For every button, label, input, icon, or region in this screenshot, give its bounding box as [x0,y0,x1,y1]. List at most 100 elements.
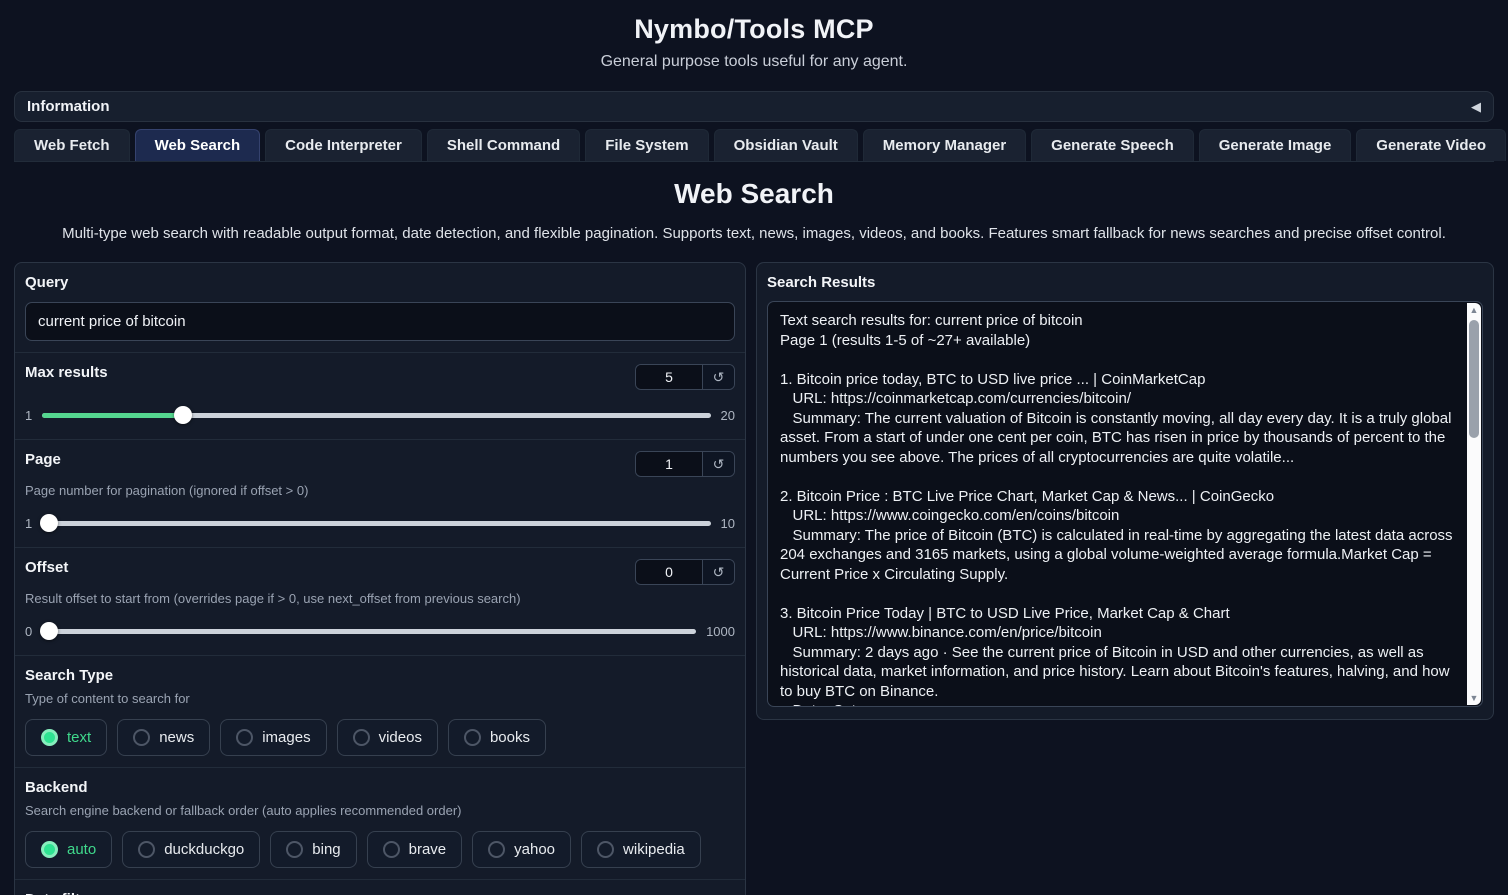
radio-circle-icon [41,841,58,858]
search-type-option-videos[interactable]: videos [337,719,438,756]
slider-handle[interactable] [40,622,58,640]
offset-min-label: 0 [25,624,32,639]
offset-info: Result offset to start from (overrides p… [25,591,735,606]
radio-circle-icon [236,729,253,746]
slider-track [42,629,696,634]
information-accordion[interactable]: Information ◀ [14,91,1494,122]
backend-option-yahoo[interactable]: yahoo [472,831,571,868]
max-results-slider[interactable] [42,406,710,424]
search-type-option-books[interactable]: books [448,719,546,756]
radio-option-label: books [490,729,530,746]
radio-option-label: text [67,729,91,746]
max-results-block: Max results ↺ 1 20 [15,353,745,440]
offset-block: Offset ↺ Result offset to start from (ov… [15,548,745,656]
backend-options: auto duckduckgo bing brave yahoo wikipedia [25,831,735,868]
results-scrollbar[interactable]: ▲ ▼ [1467,303,1481,705]
search-type-option-news[interactable]: news [117,719,210,756]
backend-option-auto[interactable]: auto [25,831,112,868]
radio-circle-icon [41,729,58,746]
backend-info: Search engine backend or fallback order … [25,803,735,818]
app-title: Nymbo/Tools MCP [14,14,1494,45]
date-filter-block: Date filter Limit results to: day, week,… [15,880,745,895]
query-input[interactable] [25,302,735,341]
radio-circle-icon [133,729,150,746]
date-filter-label: Date filter [25,891,94,895]
radio-circle-icon [286,841,303,858]
results-textarea[interactable]: Text search results for: current price o… [767,301,1483,707]
radio-circle-icon [383,841,400,858]
page-label: Page [25,451,61,468]
tab-shell-command[interactable]: Shell Command [427,129,580,161]
search-type-option-text[interactable]: text [25,719,107,756]
scroll-up-icon[interactable]: ▲ [1467,303,1481,317]
reset-icon: ↺ [713,369,725,385]
page-max-label: 10 [721,516,735,531]
offset-max-label: 1000 [706,624,735,639]
page-slider[interactable] [42,514,710,532]
tab-memory-manager[interactable]: Memory Manager [863,129,1026,161]
tab-generate-video[interactable]: Generate Video [1356,129,1506,161]
search-type-info: Type of content to search for [25,691,735,706]
max-results-label: Max results [25,364,108,381]
radio-circle-icon [597,841,614,858]
radio-circle-icon [353,729,370,746]
page-reset-button[interactable]: ↺ [702,452,734,476]
tab-web-fetch[interactable]: Web Fetch [14,129,130,161]
query-label: Query [25,274,68,291]
page-number-input[interactable] [636,452,702,476]
tab-generate-image[interactable]: Generate Image [1199,129,1352,161]
backend-label: Backend [25,779,88,796]
search-results-panel: Search Results Text search results for: … [756,262,1494,720]
radio-option-label: brave [409,841,447,858]
tab-web-search[interactable]: Web Search [135,129,261,161]
slider-handle[interactable] [40,514,58,532]
scroll-down-icon[interactable]: ▼ [1467,691,1481,705]
reset-icon: ↺ [713,456,725,472]
radio-option-label: yahoo [514,841,555,858]
backend-option-brave[interactable]: brave [367,831,463,868]
app-header: Nymbo/Tools MCP General purpose tools us… [14,10,1494,71]
max-results-max-label: 20 [721,408,735,423]
max-results-reset-button[interactable]: ↺ [702,365,734,389]
search-type-option-images[interactable]: images [220,719,326,756]
accordion-collapse-icon[interactable]: ◀ [1471,99,1481,115]
information-accordion-label: Information [27,98,110,115]
offset-number: ↺ [635,559,735,585]
backend-option-bing[interactable]: bing [270,831,356,868]
page-info: Page number for pagination (ignored if o… [25,483,735,498]
radio-circle-icon [464,729,481,746]
reset-icon: ↺ [713,564,725,580]
max-results-number-input[interactable] [636,365,702,389]
max-results-number: ↺ [635,364,735,390]
tab-code-interpreter[interactable]: Code Interpreter [265,129,422,161]
page-description: Multi-type web search with readable outp… [14,225,1494,242]
max-results-min-label: 1 [25,408,32,423]
radio-option-label: bing [312,841,340,858]
radio-option-label: auto [67,841,96,858]
slider-fill [42,413,182,418]
radio-option-label: wikipedia [623,841,685,858]
tab-generate-speech[interactable]: Generate Speech [1031,129,1194,161]
scrollbar-thumb[interactable] [1469,320,1479,438]
backend-option-wikipedia[interactable]: wikipedia [581,831,701,868]
slider-handle[interactable] [174,406,192,424]
offset-reset-button[interactable]: ↺ [702,560,734,584]
tab-obsidian-vault[interactable]: Obsidian Vault [714,129,858,161]
tab-bar: Web FetchWeb SearchCode InterpreterShell… [14,129,1494,162]
page-block: Page ↺ Page number for pagination (ignor… [15,440,745,548]
tab-file-system[interactable]: File System [585,129,708,161]
offset-number-input[interactable] [636,560,702,584]
radio-option-label: videos [379,729,422,746]
search-type-options: text news images videos books [25,719,735,756]
results-text: Text search results for: current price o… [768,302,1466,706]
backend-option-duckduckgo[interactable]: duckduckgo [122,831,260,868]
offset-slider[interactable] [42,622,696,640]
page-min-label: 1 [25,516,32,531]
page-title: Web Search [14,178,1494,210]
radio-circle-icon [138,841,155,858]
radio-option-label: news [159,729,194,746]
slider-track [42,413,710,418]
search-type-block: Search Type Type of content to search fo… [15,656,745,768]
search-type-label: Search Type [25,667,113,684]
backend-block: Backend Search engine backend or fallbac… [15,768,745,880]
